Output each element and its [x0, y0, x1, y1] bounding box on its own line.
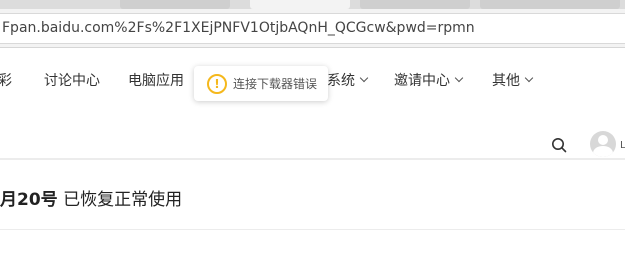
browser-tab[interactable]	[120, 0, 230, 9]
nav-item-system[interactable]: 系统	[327, 70, 369, 90]
username-partial[interactable]: L	[620, 140, 625, 151]
chevron-down-icon	[524, 73, 534, 83]
nav-item-label: 系统	[327, 73, 355, 89]
content-divider	[0, 229, 625, 230]
chevron-down-icon	[454, 73, 464, 83]
browser-tab-active[interactable]	[250, 0, 350, 9]
url-text: Fpan.baidu.com%2Fs%2F1XEjPNFV1OtjbAQnH_Q…	[2, 20, 475, 36]
avatar[interactable]	[590, 131, 616, 157]
browser-tab[interactable]	[360, 0, 470, 9]
nav-item-other[interactable]: 其他	[492, 70, 534, 90]
browser-tab-strip	[0, 0, 625, 9]
nav-item-label: 邀请中心	[394, 73, 450, 89]
nav-item-partial[interactable]: 彩	[0, 70, 12, 90]
announcement-date: 月20号	[0, 190, 58, 210]
header-divider	[0, 158, 625, 160]
nav-item-label: 彩	[0, 73, 12, 89]
announcement-title[interactable]: 月20号 已恢复正常使用	[0, 185, 182, 210]
chevron-down-icon	[359, 73, 369, 83]
nav-item-pc-apps[interactable]: 电脑应用	[128, 70, 184, 90]
nav-item-label: 电脑应用	[128, 73, 184, 89]
nav-item-label: 其他	[492, 73, 520, 89]
address-bar: Fpan.baidu.com%2Fs%2F1XEjPNFV1OtjbAQnH_Q…	[0, 9, 625, 48]
nav-item-label: 讨论中心	[44, 73, 100, 89]
nav-item-invite[interactable]: 邀请中心	[394, 70, 464, 90]
warning-icon: !	[207, 73, 227, 94]
browser-tab[interactable]	[480, 0, 620, 9]
search-icon[interactable]	[551, 137, 567, 153]
announcement-text: 已恢复正常使用	[57, 190, 183, 210]
nav-item-discussion[interactable]: 讨论中心	[44, 70, 100, 90]
url-field[interactable]: Fpan.baidu.com%2Fs%2F1XEjPNFV1OtjbAQnH_Q…	[0, 13, 625, 44]
toast-message: 连接下载器错误	[233, 77, 318, 91]
user-toolbar: L	[0, 110, 625, 158]
error-toast: ! 连接下载器错误	[194, 66, 328, 101]
